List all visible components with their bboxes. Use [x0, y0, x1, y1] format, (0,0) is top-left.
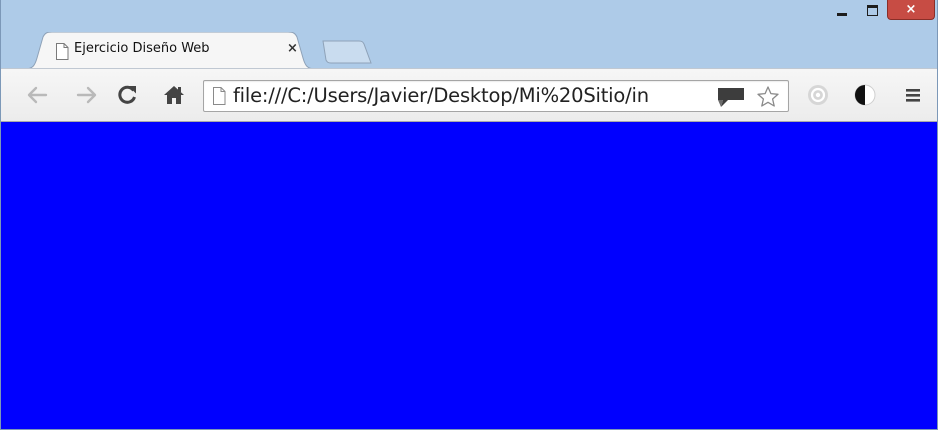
- tab-strip: × Ejercicio Diseño Web ×: [1, 0, 937, 70]
- minimize-icon: [837, 12, 847, 16]
- address-bar[interactable]: file:///C:/Users/Javier/Desktop/Mi%20Sit…: [203, 80, 789, 112]
- forward-button[interactable]: [73, 81, 101, 109]
- url-text: file:///C:/Users/Javier/Desktop/Mi%20Sit…: [233, 84, 649, 107]
- contrast-icon: [854, 84, 876, 106]
- tab-close-button[interactable]: ×: [287, 41, 298, 56]
- circle-extension-icon: [808, 85, 828, 105]
- close-window-button[interactable]: ×: [887, 0, 935, 20]
- home-button[interactable]: [160, 81, 188, 109]
- maximize-button[interactable]: [857, 0, 887, 20]
- home-icon: [164, 86, 184, 104]
- extension-button-2[interactable]: [851, 81, 879, 109]
- tab-title: Ejercicio Diseño Web: [74, 41, 210, 56]
- close-icon: ×: [905, 2, 917, 17]
- chrome-menu-button[interactable]: [899, 81, 927, 109]
- page-icon: [213, 87, 226, 105]
- forward-arrow-icon: [76, 86, 97, 104]
- back-arrow-icon: [27, 86, 48, 104]
- tab-ejercicio-diseno-web[interactable]: Ejercicio Diseño Web ×: [25, 32, 315, 69]
- window-controls: ×: [827, 0, 935, 22]
- new-tab-icon[interactable]: [319, 40, 373, 64]
- maximize-icon: [866, 4, 878, 16]
- browser-toolbar: file:///C:/Users/Javier/Desktop/Mi%20Sit…: [1, 68, 937, 122]
- back-button[interactable]: [23, 81, 51, 109]
- reload-icon: [118, 85, 136, 104]
- page-icon: [56, 43, 69, 60]
- page-content: [1, 122, 937, 429]
- hamburger-menu-icon: [906, 89, 920, 102]
- extension-button-1[interactable]: [804, 81, 832, 109]
- bookmark-star-icon[interactable]: [756, 85, 780, 109]
- minimize-button[interactable]: [827, 0, 857, 20]
- reload-button[interactable]: [113, 81, 141, 109]
- browser-window: × Ejercicio Diseño Web × file:///C:/User…: [0, 0, 938, 430]
- speech-bubble-icon[interactable]: [716, 86, 746, 108]
